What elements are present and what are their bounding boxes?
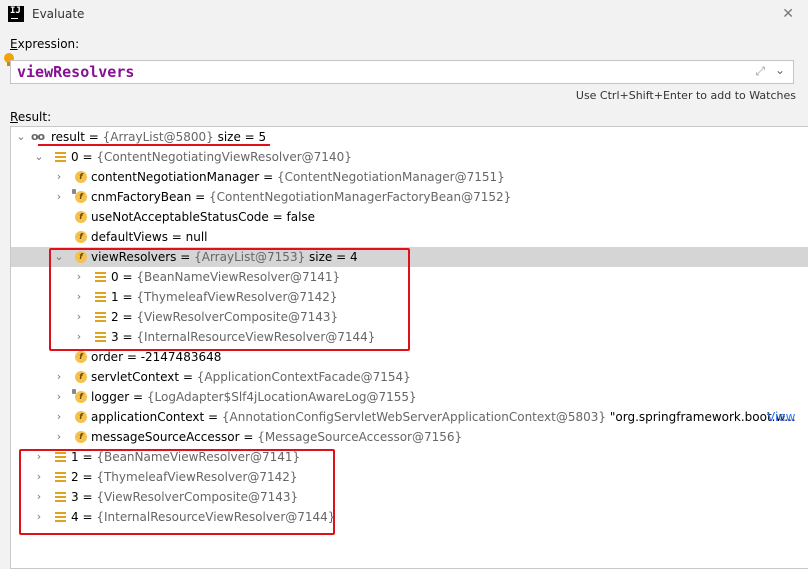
- tree-row-field[interactable]: › f messageSourceAccessor = {MessageSour…: [11, 427, 808, 447]
- chevron-right-icon[interactable]: ›: [53, 387, 65, 407]
- final-field-icon: f: [72, 189, 87, 203]
- tree-row-viewresolvers[interactable]: ⌄ f viewResolvers = {ArrayList@7153} siz…: [11, 247, 808, 267]
- list-element-icon: [55, 492, 66, 503]
- list-element-icon: [95, 272, 106, 283]
- expression-text[interactable]: viewResolvers: [17, 63, 134, 81]
- chevron-right-icon[interactable]: ›: [73, 267, 85, 287]
- tree-row-list-item[interactable]: › 2 = {ViewResolverComposite@7143}: [11, 307, 808, 327]
- tree-row-field[interactable]: f defaultViews = null: [11, 227, 808, 247]
- list-element-icon: [55, 472, 66, 483]
- list-element-icon: [55, 512, 66, 523]
- list-element-icon: [55, 152, 66, 163]
- close-button[interactable]: ✕: [782, 5, 794, 23]
- chevron-down-icon[interactable]: ⌄: [53, 247, 65, 267]
- chevron-right-icon[interactable]: ›: [53, 367, 65, 387]
- tree-row-field[interactable]: › f contentNegotiationManager = {Content…: [11, 167, 808, 187]
- chevron-right-icon[interactable]: ›: [73, 327, 85, 347]
- field-icon: f: [75, 431, 87, 443]
- node-name: result: [51, 130, 85, 144]
- tree-row-result[interactable]: ⌄ oo result = {ArrayList@5800} size = 5: [11, 127, 808, 147]
- list-element-icon: [95, 332, 106, 343]
- tree-row-list-item[interactable]: › 1 = {ThymeleafViewResolver@7142}: [11, 287, 808, 307]
- tree-row-list-item[interactable]: › 3 = {InternalResourceViewResolver@7144…: [11, 327, 808, 347]
- node-size: size = 5: [213, 130, 267, 144]
- chevron-down-icon[interactable]: ⌄: [33, 147, 45, 167]
- chevron-right-icon[interactable]: ›: [73, 307, 85, 327]
- chevron-right-icon[interactable]: ›: [33, 507, 45, 527]
- expand-icon[interactable]: ⤢: [755, 64, 765, 79]
- tree-row-field[interactable]: f useNotAcceptableStatusCode = false: [11, 207, 808, 227]
- list-element-icon: [95, 292, 106, 303]
- tree-row-list-item[interactable]: › 4 = {InternalResourceViewResolver@7144…: [11, 507, 808, 527]
- field-icon: f: [75, 371, 87, 383]
- tree-row-list-item[interactable]: › 3 = {ViewResolverComposite@7143}: [11, 487, 808, 507]
- node-ref: {ArrayList@5800}: [102, 130, 214, 144]
- chevron-right-icon[interactable]: ›: [53, 427, 65, 447]
- list-element-icon: [55, 452, 66, 463]
- tree-row-field[interactable]: › f cnmFactoryBean = {ContentNegotiation…: [11, 187, 808, 207]
- result-label: Result:: [10, 110, 52, 124]
- history-dropdown-icon[interactable]: ⌄: [775, 63, 785, 77]
- tree-row-field[interactable]: › f applicationContext = {AnnotationConf…: [11, 407, 808, 427]
- watch-result-icon: oo: [31, 130, 45, 143]
- window-title: Evaluate: [32, 7, 85, 21]
- tree-row-field[interactable]: › f logger = {LogAdapter$Slf4jLocationAw…: [11, 387, 808, 407]
- chevron-right-icon[interactable]: ›: [73, 287, 85, 307]
- tree-row-list-item[interactable]: › 2 = {ThymeleafViewResolver@7142}: [11, 467, 808, 487]
- view-link[interactable]: View: [767, 407, 795, 427]
- tree-row-field[interactable]: f order = -2147483648: [11, 347, 808, 367]
- watches-hint: Use Ctrl+Shift+Enter to add to Watches: [575, 89, 796, 102]
- field-icon: f: [75, 171, 87, 183]
- intellij-logo-icon: IJ: [8, 6, 24, 22]
- field-icon: f: [75, 251, 87, 263]
- tree-row-list-item[interactable]: › 1 = {BeanNameViewResolver@7141}: [11, 447, 808, 467]
- field-icon: f: [75, 411, 87, 423]
- chevron-right-icon[interactable]: ›: [33, 487, 45, 507]
- final-field-icon: f: [72, 389, 87, 403]
- expression-input[interactable]: viewResolvers ⤢ ⌄: [10, 60, 794, 84]
- tree-row-item-0[interactable]: ⌄ 0 = {ContentNegotiatingViewResolver@71…: [11, 147, 808, 167]
- chevron-right-icon[interactable]: ›: [53, 167, 65, 187]
- tree-row-list-item[interactable]: › 0 = {BeanNameViewResolver@7141}: [11, 267, 808, 287]
- tree-row-field[interactable]: › f servletContext = {ApplicationContext…: [11, 367, 808, 387]
- field-icon: f: [75, 231, 87, 243]
- field-icon: f: [75, 211, 87, 223]
- field-icon: f: [75, 351, 87, 363]
- list-element-icon: [95, 312, 106, 323]
- title-bar: IJ Evaluate ✕: [0, 0, 808, 30]
- chevron-right-icon[interactable]: ›: [53, 187, 65, 207]
- expression-label: Expression:: [10, 37, 80, 51]
- chevron-right-icon[interactable]: ›: [33, 467, 45, 487]
- result-tree[interactable]: ⌄ oo result = {ArrayList@5800} size = 5 …: [10, 126, 808, 569]
- chevron-right-icon[interactable]: ›: [33, 447, 45, 467]
- chevron-right-icon[interactable]: ›: [53, 407, 65, 427]
- chevron-down-icon[interactable]: ⌄: [15, 127, 27, 147]
